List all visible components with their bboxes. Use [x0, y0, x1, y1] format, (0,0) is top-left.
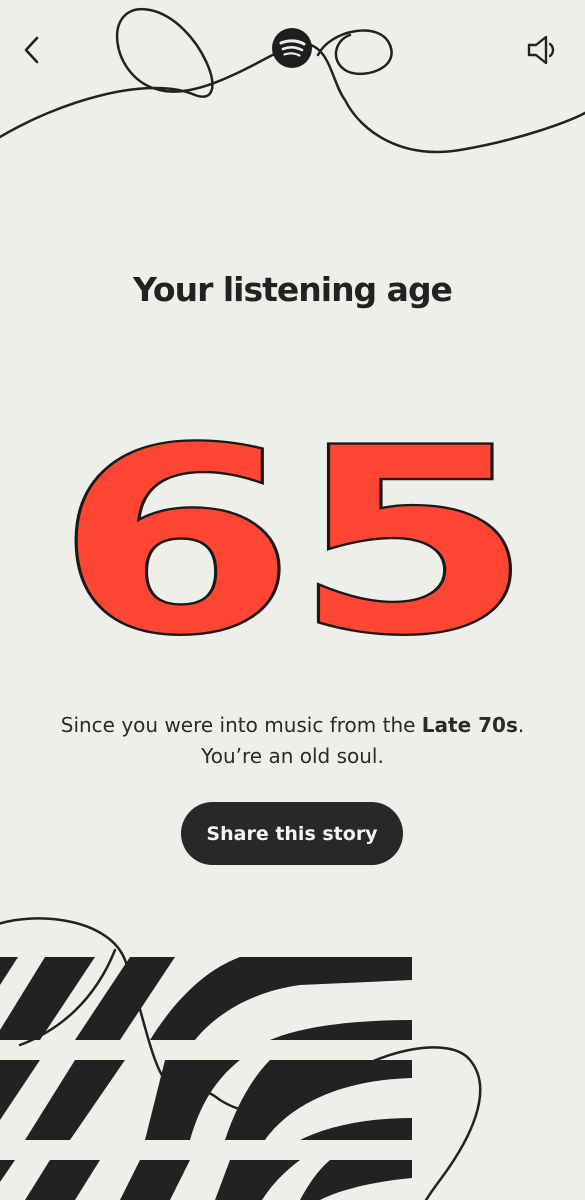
story-title: Your listening age	[133, 270, 453, 309]
chevron-left-icon	[24, 36, 39, 64]
caption-prefix: Since you were into music from the	[60, 713, 422, 737]
back-button[interactable]	[14, 28, 50, 72]
listening-age-value: 65	[54, 393, 528, 640]
caption-highlight: Late 70s	[421, 713, 518, 737]
listening-age-number: 65	[53, 392, 536, 640]
sound-toggle-button[interactable]	[520, 28, 564, 72]
story-caption: Since you were into music from the Late …	[30, 710, 555, 772]
spotify-logo-icon	[272, 28, 312, 68]
speaker-muted-icon	[527, 35, 555, 65]
bottom-pattern-decoration	[0, 917, 482, 1200]
share-story-button[interactable]: Share this story	[181, 802, 403, 865]
